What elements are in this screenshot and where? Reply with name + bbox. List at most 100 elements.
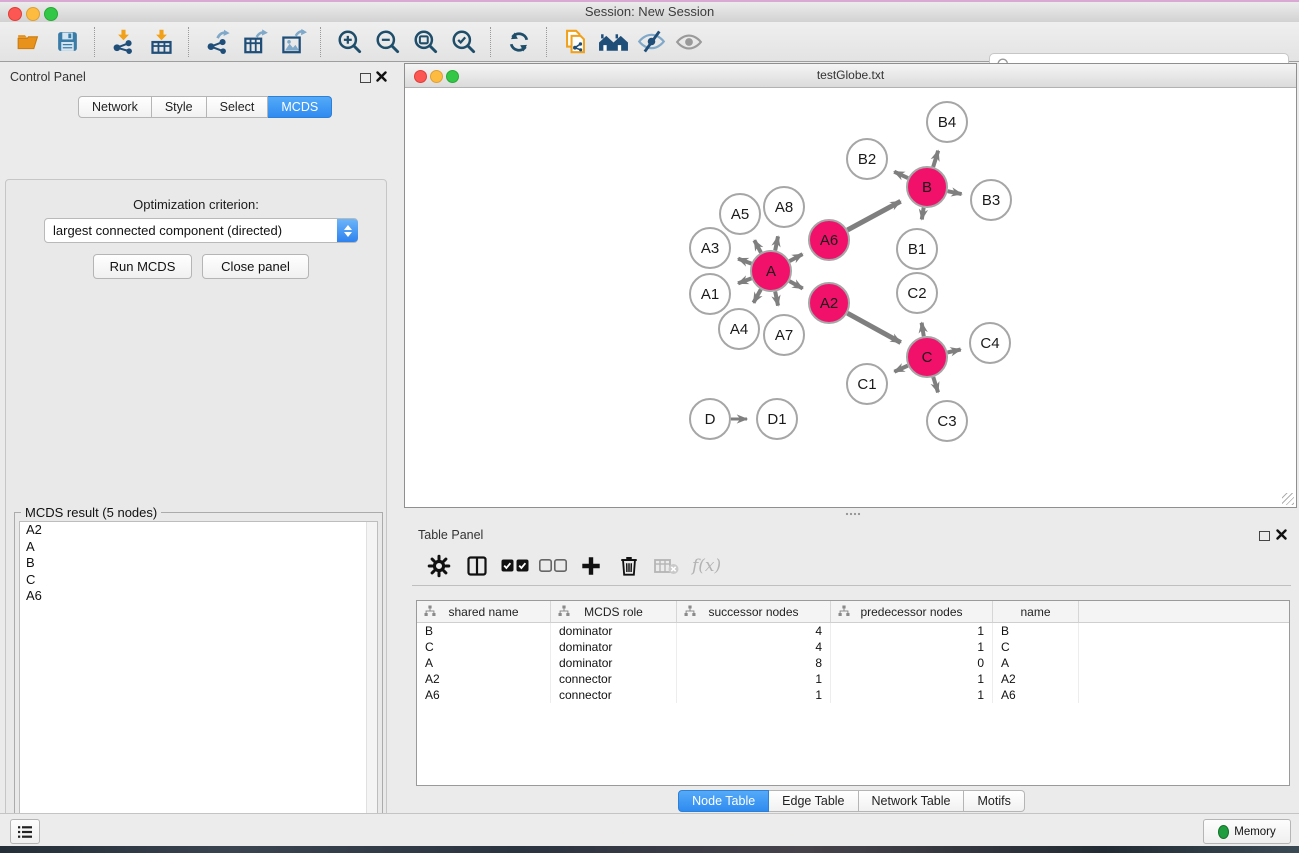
node-A3[interactable]: A3: [690, 228, 730, 268]
edge-B-B3[interactable]: [948, 191, 962, 194]
node-B[interactable]: B: [907, 167, 947, 207]
result-item[interactable]: B: [20, 555, 377, 572]
edge-C-C4[interactable]: [947, 350, 960, 353]
column-header-successor-nodes[interactable]: successor nodes: [677, 601, 831, 622]
zoom-fit-icon[interactable]: [409, 26, 441, 58]
edge-A-A2[interactable]: [789, 281, 802, 288]
zoom-window-traffic-light[interactable]: [44, 7, 58, 21]
save-session-icon[interactable]: [51, 26, 83, 58]
close-panel-icon[interactable]: [376, 71, 387, 82]
add-column-icon[interactable]: [576, 551, 606, 581]
open-session-icon[interactable]: [13, 26, 45, 58]
edge-C-C1[interactable]: [894, 366, 907, 372]
node-table[interactable]: shared nameMCDS rolesuccessor nodesprede…: [416, 600, 1290, 786]
column-header-name[interactable]: name: [993, 601, 1079, 622]
node-C2[interactable]: C2: [897, 273, 937, 313]
network-canvas[interactable]: B4B2BB3A8A5A6A3B1AA1C2A2A4A7C4CC1C3DD1: [405, 88, 1296, 507]
tab-edge-table[interactable]: Edge Table: [769, 790, 858, 812]
node-B1[interactable]: B1: [897, 229, 937, 269]
table-row[interactable]: A2connector11A2: [417, 671, 1289, 687]
show-all-icon[interactable]: [673, 26, 705, 58]
import-table-icon[interactable]: [145, 26, 177, 58]
delete-column-trash-icon[interactable]: [614, 551, 644, 581]
hide-selected-icon[interactable]: [635, 26, 667, 58]
edge-A-A5[interactable]: [754, 240, 761, 252]
table-row[interactable]: Adominator80A: [417, 655, 1289, 671]
edge-A-A8[interactable]: [775, 236, 778, 250]
delete-table-icon[interactable]: [652, 551, 682, 581]
edge-A-A7[interactable]: [775, 292, 778, 306]
node-A4[interactable]: A4: [719, 309, 759, 349]
memory-button[interactable]: Memory: [1203, 819, 1291, 844]
home-layout-icon[interactable]: [597, 26, 629, 58]
edge-B-B4[interactable]: [933, 151, 938, 167]
result-item[interactable]: A2: [20, 522, 377, 539]
mcds-result-list[interactable]: A2ABCA6: [19, 521, 378, 853]
select-all-columns-icon[interactable]: [500, 551, 530, 581]
network-window-titlebar[interactable]: testGlobe.txt: [405, 64, 1296, 88]
tab-node-table[interactable]: Node Table: [678, 790, 769, 812]
edge-A-A4[interactable]: [753, 289, 760, 302]
node-D1[interactable]: D1: [757, 399, 797, 439]
edge-C-C2[interactable]: [922, 323, 924, 337]
node-A6[interactable]: A6: [809, 220, 849, 260]
table-row[interactable]: A6connector11A6: [417, 687, 1289, 703]
node-C1[interactable]: C1: [847, 364, 887, 404]
zoom-out-icon[interactable]: [371, 26, 403, 58]
tab-select[interactable]: Select: [207, 96, 269, 118]
edge-A-A1[interactable]: [738, 278, 751, 283]
export-table-icon[interactable]: [239, 26, 271, 58]
close-panel-button[interactable]: Close panel: [202, 254, 309, 279]
tab-mcds[interactable]: MCDS: [268, 96, 332, 118]
float-panel-icon[interactable]: [360, 73, 371, 83]
import-network-icon[interactable]: [107, 26, 139, 58]
function-builder-icon[interactable]: f(x): [692, 556, 721, 576]
edge-A6-B[interactable]: [847, 201, 900, 230]
new-network-from-selection-icon[interactable]: [559, 26, 591, 58]
node-B4[interactable]: B4: [927, 102, 967, 142]
edge-B-B1[interactable]: [922, 208, 924, 220]
column-header-shared-name[interactable]: shared name: [417, 601, 551, 622]
window-resize-grip[interactable]: [1282, 493, 1294, 505]
minimize-network-traffic-light[interactable]: [430, 70, 443, 83]
edge-C-C3[interactable]: [933, 377, 938, 392]
result-item[interactable]: A6: [20, 588, 377, 605]
minimize-window-traffic-light[interactable]: [26, 7, 40, 21]
show-panels-list-button[interactable]: [10, 819, 40, 844]
table-row[interactable]: Cdominator41C: [417, 639, 1289, 655]
criterion-dropdown[interactable]: largest connected component (directed): [44, 218, 358, 243]
node-C4[interactable]: C4: [970, 323, 1010, 363]
node-B2[interactable]: B2: [847, 139, 887, 179]
node-A2[interactable]: A2: [809, 283, 849, 323]
table-settings-gear-icon[interactable]: [424, 551, 454, 581]
result-scrollbar[interactable]: [366, 522, 377, 853]
edge-A-A3[interactable]: [738, 259, 751, 264]
table-row[interactable]: Bdominator41B: [417, 623, 1289, 639]
tab-network[interactable]: Network: [78, 96, 152, 118]
node-A8[interactable]: A8: [764, 187, 804, 227]
tab-style[interactable]: Style: [152, 96, 207, 118]
export-network-icon[interactable]: [201, 26, 233, 58]
float-table-panel-icon[interactable]: [1259, 531, 1270, 541]
node-D[interactable]: D: [690, 399, 730, 439]
deselect-all-columns-icon[interactable]: [538, 551, 568, 581]
result-item[interactable]: A: [20, 539, 377, 556]
node-A1[interactable]: A1: [690, 274, 730, 314]
node-A[interactable]: A: [751, 251, 791, 291]
edge-B-B2[interactable]: [894, 172, 908, 178]
graph-nodes[interactable]: B4B2BB3A8A5A6A3B1AA1C2A2A4A7C4CC1C3DD1: [690, 102, 1011, 441]
horizontal-splitter-handle[interactable]: [845, 512, 861, 516]
refresh-icon[interactable]: [503, 26, 535, 58]
close-window-traffic-light[interactable]: [8, 7, 22, 21]
node-C3[interactable]: C3: [927, 401, 967, 441]
edge-A-A6[interactable]: [790, 254, 803, 261]
column-header-MCDS-role[interactable]: MCDS role: [551, 601, 677, 622]
zoom-selected-icon[interactable]: [447, 26, 479, 58]
result-item[interactable]: C: [20, 572, 377, 589]
run-mcds-button[interactable]: Run MCDS: [93, 254, 192, 279]
export-image-icon[interactable]: [277, 26, 309, 58]
column-header-predecessor-nodes[interactable]: predecessor nodes: [831, 601, 993, 622]
close-network-traffic-light[interactable]: [414, 70, 427, 83]
node-A7[interactable]: A7: [764, 315, 804, 355]
zoom-network-traffic-light[interactable]: [446, 70, 459, 83]
